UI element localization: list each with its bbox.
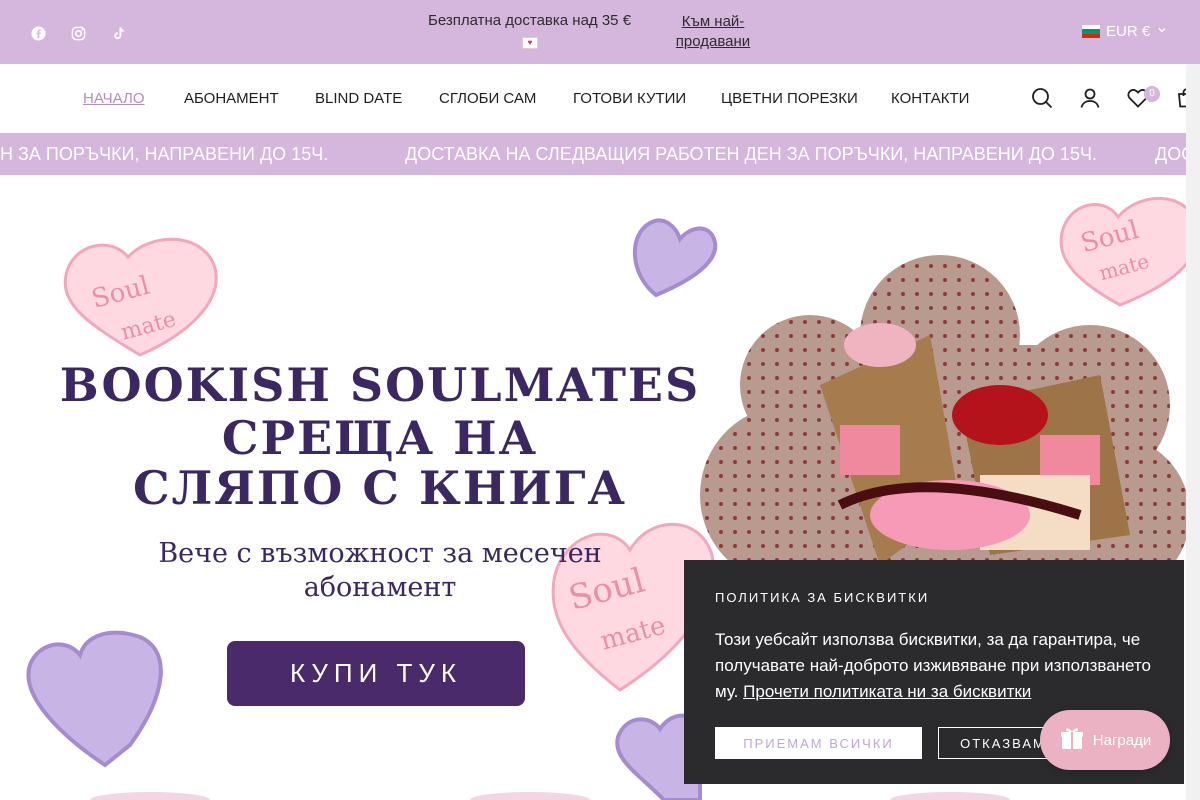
nav-ready-boxes[interactable]: ГОТОВИ КУТИИ bbox=[573, 90, 686, 107]
marquee-text: ДОСТАВКА НА СЛЕДВАЩИЯ РАБОТЕН ДЕН ЗА ПОР… bbox=[405, 144, 1097, 164]
page-scrollbar[interactable] bbox=[1186, 64, 1200, 800]
nav-blind-date[interactable]: BLIND DATE bbox=[315, 90, 402, 107]
facebook-icon[interactable] bbox=[29, 24, 47, 42]
marquee-text-partial: Н ЗА ПОРЪЧКИ, НАПРАВЕНИ ДО 15Ч. bbox=[0, 144, 329, 164]
free-shipping-text: Безплатна доставка над 35 € bbox=[428, 12, 632, 29]
bestsellers-link[interactable]: Към най-продавани bbox=[670, 12, 756, 52]
instagram-icon[interactable] bbox=[69, 24, 87, 42]
nav-subscription[interactable]: АБОНАМЕНТ bbox=[184, 90, 279, 107]
heart-letter-icon: ♥ bbox=[522, 37, 538, 49]
main-navigation: НАЧАЛО АБОНАМЕНТ BLIND DATE СГЛОБИ САМ Г… bbox=[0, 64, 1200, 133]
cookie-title: ПОЛИТИКА ЗА БИСКВИТКИ bbox=[715, 590, 930, 605]
tiktok-icon[interactable] bbox=[109, 24, 127, 42]
cookie-text: Този уебсайт използва бисквитки, за да г… bbox=[715, 627, 1160, 705]
hero-title-line2: СРЕЩА НА bbox=[221, 411, 539, 465]
buy-here-button[interactable]: КУПИ ТУК bbox=[227, 641, 525, 706]
chevron-down-icon bbox=[1156, 23, 1168, 40]
accept-all-button[interactable]: ПРИЕМАМ ВСИЧКИ bbox=[715, 727, 922, 759]
bulgaria-flag-icon bbox=[1082, 25, 1100, 38]
nav-home[interactable]: НАЧАЛО bbox=[83, 90, 145, 107]
rewards-button[interactable]: Награди bbox=[1040, 710, 1170, 770]
announcement-bar: Безплатна доставка над 35 € ♥ Към най-пр… bbox=[0, 0, 1200, 64]
rewards-label: Награди bbox=[1092, 731, 1152, 749]
currency-label: EUR € bbox=[1106, 23, 1151, 40]
currency-selector[interactable]: EUR € bbox=[1082, 23, 1168, 40]
hero-title-line1: BOOKISH SOULMATES bbox=[59, 358, 701, 412]
hero-subtitle-line1: Вече с възможност за месечен bbox=[158, 538, 602, 569]
search-icon[interactable] bbox=[1030, 86, 1054, 110]
hero-title-line3: СЛЯПО С КНИГА bbox=[133, 461, 627, 515]
hero-subtitle-line2: абонамент bbox=[303, 572, 457, 603]
gift-icon bbox=[1059, 725, 1085, 755]
wishlist-count-badge: 0 bbox=[1144, 86, 1160, 102]
cookie-policy-link[interactable]: Прочети политиката ни за бисквитки bbox=[743, 682, 1031, 701]
delivery-marquee: Н ЗА ПОРЪЧКИ, НАПРАВЕНИ ДО 15Ч. ДОСТАВКА… bbox=[0, 133, 1200, 175]
nav-build-your-own[interactable]: СГЛОБИ САМ bbox=[439, 90, 536, 107]
bouquet-product-image bbox=[700, 255, 1190, 595]
account-icon[interactable] bbox=[1078, 86, 1102, 110]
nav-contacts[interactable]: КОНТАКТИ bbox=[891, 90, 969, 107]
nav-colored-edges[interactable]: ЦВЕТНИ ПОРЕЗКИ bbox=[721, 90, 858, 107]
